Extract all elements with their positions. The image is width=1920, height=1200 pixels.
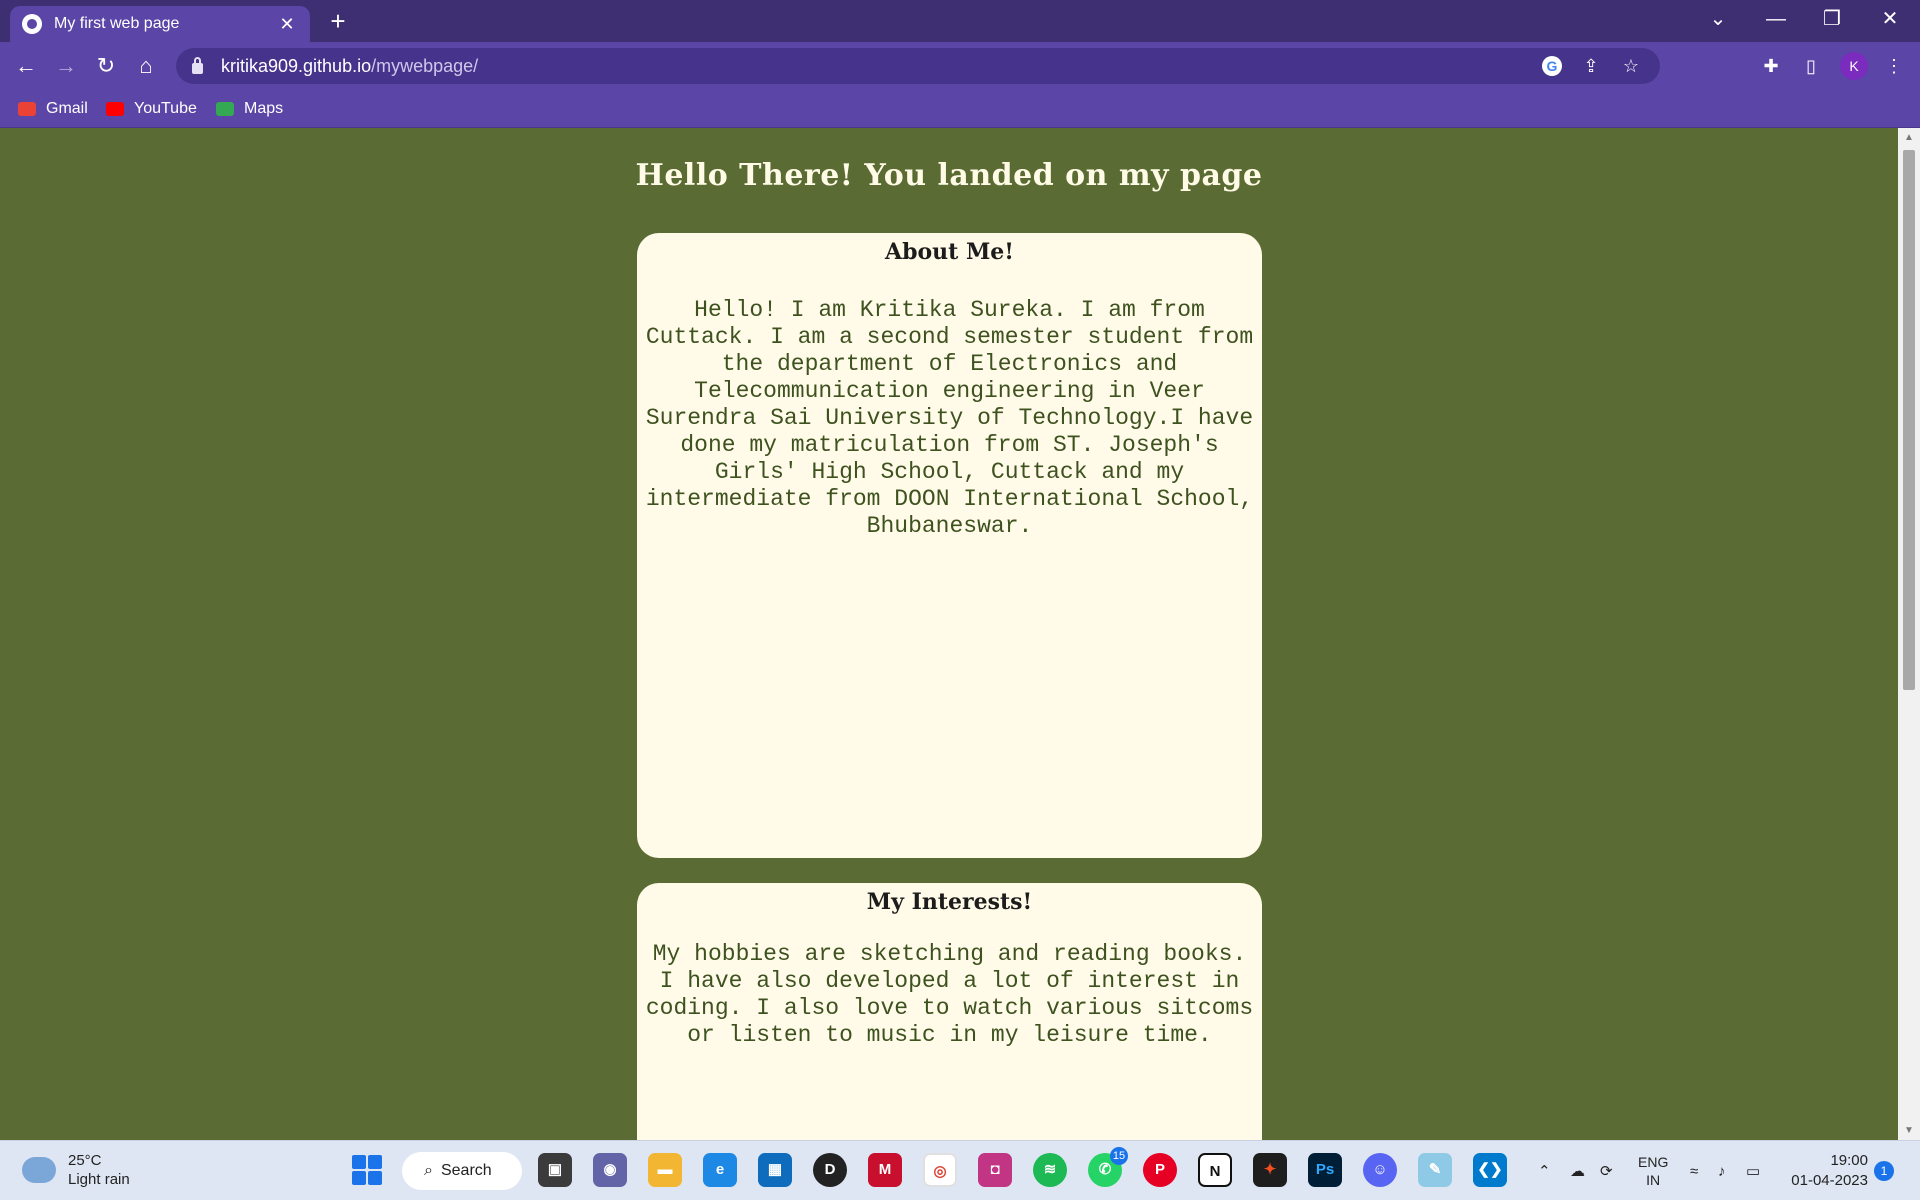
menu-kebab-icon[interactable]: ⋮ [1880, 52, 1908, 80]
instagram-icon[interactable]: ◘ [978, 1153, 1012, 1187]
windows-start-icon[interactable] [352, 1155, 382, 1185]
url-path: /mywebpage/ [371, 55, 479, 76]
side-panel-icon[interactable]: ▯ [1797, 52, 1825, 80]
interests-title: My Interests! [866, 889, 1033, 915]
bookmark-label: Maps [244, 100, 284, 117]
tab-close-icon[interactable]: ✕ [276, 14, 298, 35]
weather-temp: 25°C [68, 1152, 102, 1169]
page-viewport: Hello There! You landed on my page About… [0, 128, 1898, 1140]
interests-text: My hobbies are sketching and reading boo… [645, 941, 1254, 1048]
close-window-button[interactable]: ✕ [1862, 0, 1918, 40]
figma-icon[interactable]: ✦ [1253, 1153, 1287, 1187]
task-view-icon[interactable]: ▣ [538, 1153, 572, 1187]
language-indicator[interactable]: ENG IN [1638, 1141, 1668, 1200]
minimize-button[interactable]: — [1748, 0, 1804, 40]
microsoft-store-icon[interactable]: ▦ [758, 1153, 792, 1187]
tab-search-chevron-icon[interactable]: ⌄ [1690, 0, 1746, 40]
battery-icon[interactable]: ▭ [1746, 1141, 1760, 1200]
search-label: Search [440, 1162, 492, 1179]
lang-bottom: IN [1646, 1172, 1661, 1188]
maps-icon [216, 102, 234, 116]
edge-icon[interactable]: e [703, 1153, 737, 1187]
bookmark-gmail[interactable]: Gmail [18, 98, 88, 120]
file-explorer-icon[interactable]: ▬ [648, 1153, 682, 1187]
scroll-down-icon[interactable]: ▼ [1904, 1125, 1914, 1136]
bookmark-label: Gmail [46, 100, 88, 117]
about-me-card: About Me! Hello! I am Kritika Sureka. I … [637, 233, 1262, 858]
bookmark-maps[interactable]: Maps [216, 98, 283, 120]
notion-icon[interactable]: N [1198, 1153, 1232, 1187]
dell-icon[interactable]: D [813, 1153, 847, 1187]
scroll-up-icon[interactable]: ▲ [1904, 132, 1914, 143]
address-bar[interactable]: kritika909.github.io/mywebpage/ G ⇪ ☆ [176, 48, 1660, 84]
profile-avatar[interactable]: K [1840, 52, 1868, 80]
pen-tool-icon[interactable]: ✎ [1418, 1153, 1452, 1187]
whatsapp-badge: 15 [1110, 1147, 1128, 1165]
weather-widget[interactable]: 25°C Light rain [22, 1151, 130, 1189]
bookmark-youtube[interactable]: YouTube [106, 98, 197, 120]
onedrive-cloud-icon[interactable]: ☁ [1570, 1141, 1585, 1200]
google-lens-icon[interactable]: G [1542, 56, 1562, 76]
search-icon: ⌕ [424, 1162, 433, 1179]
reload-icon[interactable]: ↻ [90, 50, 122, 82]
tab-my-first-web-page[interactable]: My first web page ✕ [10, 6, 310, 42]
mcafee-icon[interactable]: M [868, 1153, 902, 1187]
clock-time: 19:00 [1830, 1152, 1868, 1169]
whatsapp-icon[interactable]: ✆ 15 [1088, 1147, 1128, 1187]
restore-button[interactable]: ❐ [1804, 0, 1860, 40]
globe-icon [22, 14, 42, 34]
tab-strip: My first web page ✕ + ⌄ — ❐ ✕ [0, 0, 1920, 42]
browser-toolbar: ← → ↻ ⌂ kritika909.github.io/mywebpage/ … [0, 42, 1920, 90]
windows-taskbar: 25°C Light rain ⌕ Search ▣ ◉ ▬ e ▦ D M ◎… [0, 1140, 1920, 1200]
clock-date: 01-04-2023 [1791, 1172, 1868, 1189]
sync-icon[interactable]: ⟳ [1600, 1141, 1613, 1200]
wifi-icon[interactable]: ≈ [1690, 1141, 1698, 1200]
scrollbar-thumb[interactable] [1903, 150, 1915, 690]
pinterest-icon[interactable]: P [1143, 1153, 1177, 1187]
rain-cloud-icon [22, 1157, 56, 1183]
extensions-puzzle-icon[interactable]: ✚ [1757, 52, 1785, 80]
interests-card: My Interests! My hobbies are sketching a… [637, 883, 1262, 1140]
volume-icon[interactable]: ♪ [1718, 1141, 1726, 1200]
lock-icon[interactable] [192, 56, 203, 74]
vscode-icon[interactable]: ❮❯ [1473, 1153, 1507, 1187]
forward-arrow-icon[interactable]: → [50, 50, 82, 82]
url-host: kritika909.github.io [221, 55, 372, 76]
taskbar-search[interactable]: ⌕ Search [402, 1152, 522, 1190]
bookmarks-bar: Gmail YouTube Maps [0, 90, 1920, 128]
system-clock[interactable]: 19:00 01-04-2023 [1788, 1151, 1868, 1191]
new-tab-button[interactable]: + [322, 6, 354, 38]
discord-icon[interactable]: ☺ [1363, 1153, 1397, 1187]
youtube-icon [106, 102, 124, 116]
home-icon[interactable]: ⌂ [130, 50, 162, 82]
photoshop-icon[interactable]: Ps [1308, 1153, 1342, 1187]
tab-title: My first web page [54, 15, 180, 32]
back-arrow-icon[interactable]: ← [10, 50, 42, 82]
bookmark-star-icon[interactable]: ☆ [1620, 56, 1642, 77]
lang-top: ENG [1638, 1154, 1669, 1170]
share-icon[interactable]: ⇪ [1580, 56, 1602, 77]
notification-badge[interactable]: 1 [1874, 1161, 1894, 1181]
about-me-title: About Me! [885, 239, 1014, 265]
page-scrollbar[interactable]: ▲ ▼ [1898, 128, 1920, 1140]
spotify-icon[interactable]: ≋ [1033, 1153, 1067, 1187]
bookmark-label: YouTube [134, 100, 197, 117]
gmail-icon [18, 102, 36, 116]
teams-chat-icon[interactable]: ◉ [593, 1153, 627, 1187]
weather-desc: Light rain [68, 1171, 130, 1188]
about-me-text: Hello! I am Kritika Sureka. I am from Cu… [645, 297, 1254, 539]
tray-overflow-icon[interactable]: ⌃ [1538, 1141, 1551, 1200]
chrome-icon[interactable]: ◎ [923, 1153, 957, 1187]
page-heading: Hello There! You landed on my page [635, 158, 1263, 193]
